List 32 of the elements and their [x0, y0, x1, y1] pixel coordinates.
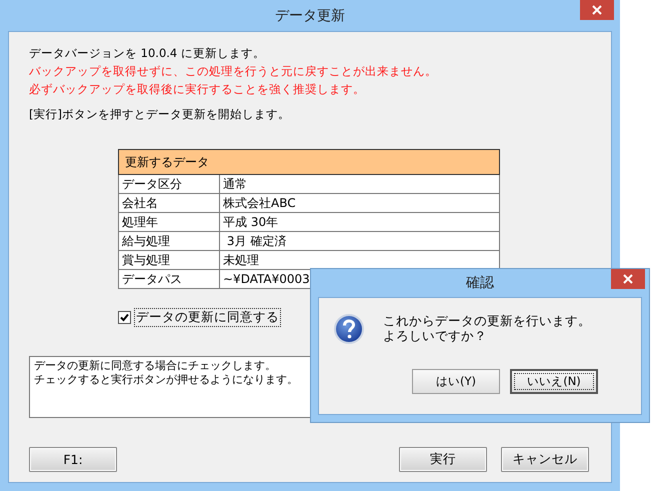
- instruction-text: [実行]ボタンを押すとデータ更新を開始します。: [29, 106, 291, 123]
- dialog-message: よろしいですか？: [383, 328, 488, 343]
- close-icon: [623, 274, 633, 284]
- checkbox-label[interactable]: データの更新に同意する: [135, 309, 280, 326]
- window-title: データ更新: [275, 6, 345, 24]
- action-button[interactable]: キャンセル: [501, 447, 589, 472]
- close-button[interactable]: [611, 269, 645, 289]
- help-text: チェックすると実行ボタンが押せるようになります。: [34, 373, 298, 387]
- table-cell: 給与処理: [118, 232, 220, 250]
- agree-checkbox[interactable]: [118, 311, 131, 324]
- close-button[interactable]: [580, 0, 614, 20]
- table-cell: 株式会社ABC: [220, 194, 500, 212]
- dialog-button[interactable]: はい(Y): [412, 369, 500, 394]
- action-button[interactable]: 実行: [399, 447, 487, 472]
- table-cell: 会社名: [118, 194, 220, 212]
- message-text: バックアップを取得せずに、この処理を行うと元に戻すことが出来ません。: [29, 63, 438, 80]
- question-icon: [333, 313, 365, 345]
- close-icon: [592, 5, 602, 15]
- dialog-message: これからデータの更新を行います。: [383, 313, 591, 328]
- table-cell: 賞与処理: [118, 250, 220, 270]
- help-text: データの更新に同意する場合にチェックします。: [34, 359, 276, 373]
- table-cell: 平成 30年: [220, 212, 500, 232]
- table-cell: データ区分: [118, 174, 220, 194]
- message-text: データバージョンを 10.0.4 に更新します。: [29, 45, 266, 62]
- table-cell: 3月 確定済: [220, 232, 500, 250]
- table-header: 更新するデータ: [118, 150, 500, 174]
- function-key-button[interactable]: F1:: [29, 447, 117, 472]
- table-cell: 処理年: [118, 212, 220, 232]
- table-cell: 通常: [220, 174, 500, 194]
- message-text: 必ずバックアップを取得後に実行することを強く推奨します。: [29, 81, 366, 98]
- dialog-button[interactable]: いいえ(N): [510, 369, 598, 394]
- table-cell: データパス: [118, 270, 220, 288]
